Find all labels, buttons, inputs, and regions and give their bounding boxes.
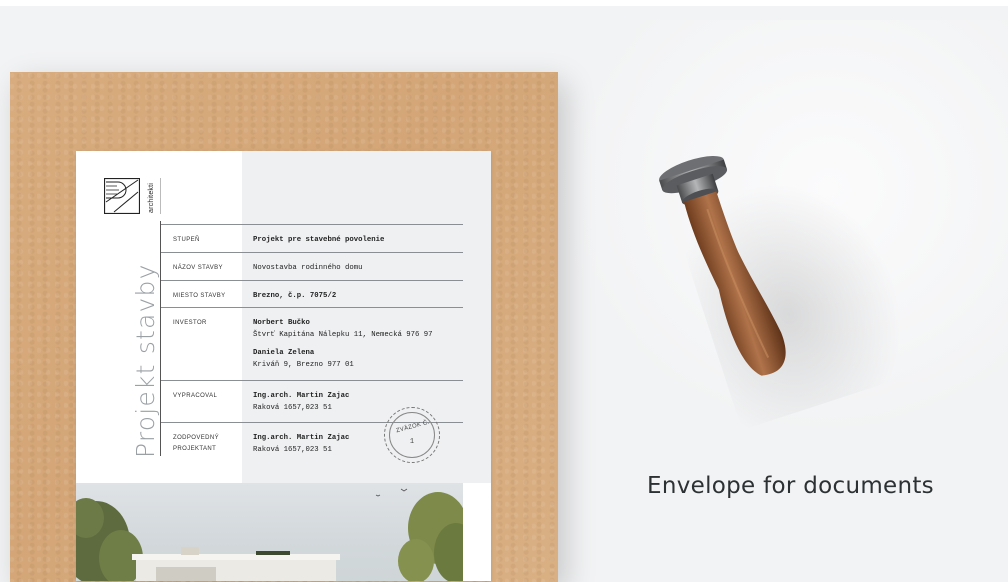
architekti-logo-icon bbox=[104, 178, 140, 214]
row-label: STUPEŇ bbox=[173, 237, 200, 243]
document-sheet: architekti Projekt stavby STUPEŇ Projekt… bbox=[76, 151, 491, 581]
row-label: MIESTO STAVBY bbox=[173, 293, 226, 299]
caption: Envelope for documents bbox=[647, 473, 934, 499]
house-photo bbox=[76, 483, 463, 581]
table-row: STUPEŇ Projekt pre stavebné povolenie bbox=[161, 224, 463, 252]
row-value: Projekt pre stavebné povolenie bbox=[253, 236, 385, 244]
house-photo-art bbox=[76, 488, 463, 581]
table-row: NÁZOV STAVBY Novostavba rodinného domu bbox=[161, 252, 463, 280]
document-title: Projekt stavby bbox=[131, 263, 160, 458]
row-label: NÁZOV STAVBY bbox=[173, 265, 223, 271]
row-value: Novostavba rodinného domu bbox=[253, 264, 363, 272]
rubber-stamp-icon bbox=[659, 155, 786, 376]
top-strip bbox=[0, 0, 1008, 6]
row-value: Brezno, č.p. 7075/2 bbox=[253, 292, 337, 300]
row-value: Ing.arch. Martin Zajac Raková 1657,023 5… bbox=[253, 392, 350, 412]
logo-divider bbox=[160, 178, 161, 214]
row-value: Norbert Bučko Štvrť Kapitána Nálepku 11,… bbox=[253, 319, 433, 369]
stamp-number: 1 bbox=[409, 438, 415, 446]
table-row: MIESTO STAVBY Brezno, č.p. 7075/2 bbox=[161, 280, 463, 307]
row-label: INVESTOR bbox=[173, 320, 207, 326]
row-label: ZODPOVEDNÝ PROJEKTANT bbox=[173, 435, 220, 452]
row-value: Ing.arch. Martin Zajac Raková 1657,023 5… bbox=[253, 434, 350, 454]
table-row: INVESTOR Norbert Bučko Štvrť Kapitána Ná… bbox=[161, 307, 463, 380]
row-label: VYPRACOVAL bbox=[173, 393, 218, 399]
volume-stamp: ZVÄZOK Č. 1 bbox=[384, 407, 440, 463]
